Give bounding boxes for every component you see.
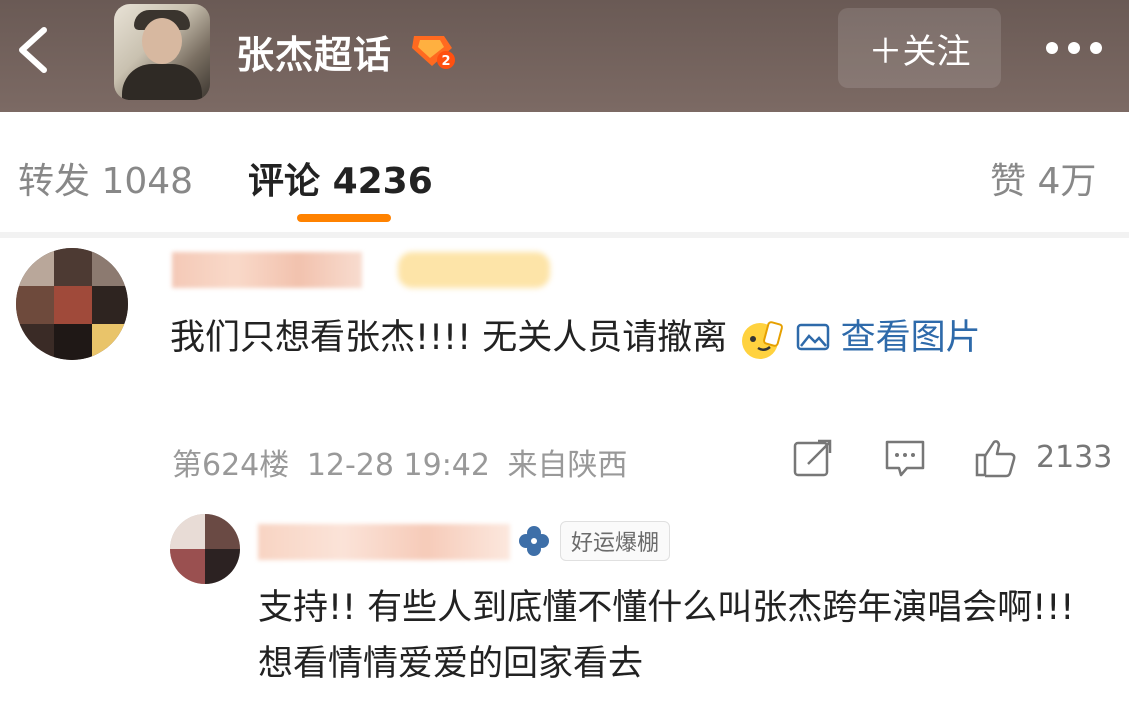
comment-meta: 第624楼 12-28 19:42 来自陕西 <box>172 440 628 484</box>
commenter-badge-blurred <box>398 252 550 288</box>
comment-text: 我们只想看张杰!!!! 无关人员请撤离 查看图片 <box>170 310 1110 366</box>
chevron-left-icon[interactable] <box>10 22 58 78</box>
topic-title[interactable]: 张杰超话 <box>236 24 392 79</box>
replier-badge: 好运爆棚 <box>516 520 671 562</box>
svg-text:2: 2 <box>441 54 450 69</box>
replier-name-blurred[interactable] <box>258 524 510 560</box>
topic-header: 张杰超话 2 ＋关注 <box>0 0 1129 112</box>
floor-number: 第624楼 <box>172 448 290 483</box>
active-tab-indicator <box>297 214 391 222</box>
commenter-name-blurred[interactable] <box>172 252 362 288</box>
section-divider <box>0 232 1129 238</box>
replier-avatar[interactable] <box>170 514 240 584</box>
tab-repost[interactable]: 转发 1048 <box>18 152 193 204</box>
commenter-avatar[interactable] <box>16 248 128 360</box>
follow-button[interactable]: ＋关注 <box>838 8 1001 88</box>
thumbs-up-icon[interactable] <box>974 438 1018 478</box>
more-dots-icon[interactable] <box>1046 38 1112 58</box>
like-count: 2133 <box>1036 440 1113 475</box>
tab-comments[interactable]: 评论 4236 <box>248 152 433 204</box>
emoji-icon <box>742 321 784 359</box>
view-image-link[interactable]: 查看图片 <box>796 318 981 358</box>
tab-bar: 转发 1048 评论 4236 赞 4万 <box>0 112 1129 232</box>
tab-likes[interactable]: 赞 4万 <box>990 152 1096 204</box>
clover-icon <box>519 526 549 556</box>
comment-location: 来自陕西 <box>507 448 628 483</box>
reply-text: 支持!! 有些人到底懂不懂什么叫张杰跨年演唱会啊!!! 想看情情爱爱的回家看去 <box>258 588 1075 684</box>
image-icon <box>796 323 829 351</box>
reply-icon[interactable] <box>884 438 926 478</box>
comment-datetime: 12-28 19:42 <box>306 448 490 483</box>
level-badge-icon: 2 <box>412 36 455 69</box>
topic-avatar[interactable] <box>114 4 210 100</box>
share-icon[interactable] <box>792 438 834 478</box>
